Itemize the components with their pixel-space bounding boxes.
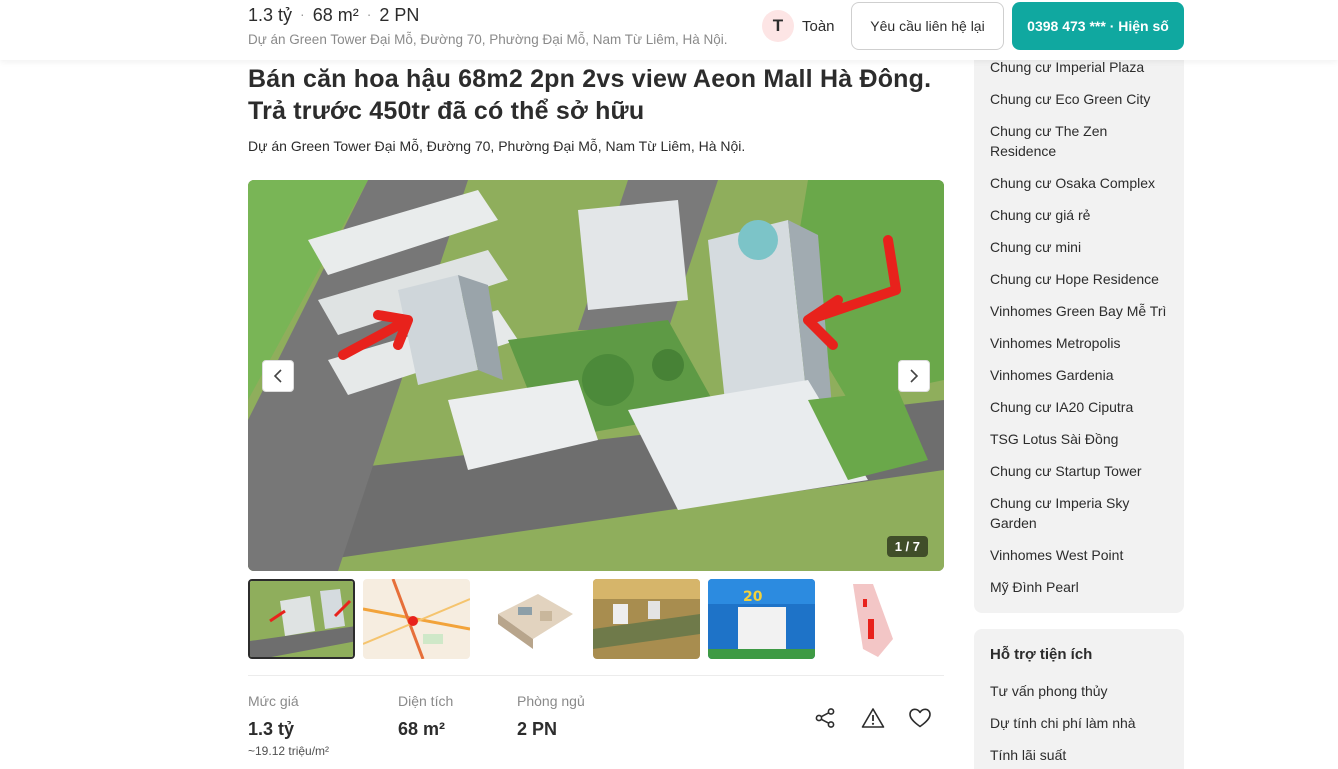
stat-price: Mức giá 1.3 tỷ ~19.12 triệu/m² — [248, 693, 329, 758]
header-price: 1.3 tỷ — [248, 5, 293, 25]
sidebar-link[interactable]: Vinhomes Green Bay Mễ Trì — [990, 301, 1170, 321]
page-title: Bán căn hoa hậu 68m2 2pn 2vs view Aeon M… — [248, 65, 932, 125]
sidebar-link[interactable]: Chung cư Hope Residence — [990, 269, 1170, 289]
sidebar-link[interactable]: Chung cư Imperial Plaza — [990, 57, 1170, 77]
thumbnail-promo-banner[interactable]: 20 — [708, 579, 815, 659]
sidebar-link[interactable]: Chung cư Eco Green City — [990, 89, 1170, 109]
avatar[interactable]: T — [762, 10, 794, 42]
sidebar-utility-link[interactable]: Dự tính chi phí làm nhà — [990, 713, 1170, 733]
sidebar-link[interactable]: Vinhomes Metropolis — [990, 333, 1170, 353]
stat-bedrooms-value: 2 PN — [517, 719, 558, 739]
stat-bedrooms-label: Phòng ngủ — [517, 693, 585, 709]
stat-area-value: 68 m² — [398, 719, 446, 739]
save-button[interactable] — [907, 705, 933, 731]
thumbnail-aerial-render[interactable] — [248, 579, 355, 659]
request-callback-button[interactable]: Yêu cầu liên hệ lại — [851, 2, 1004, 50]
sidebar-utilities-title: Hỗ trợ tiện ích — [990, 646, 1093, 663]
sticky-header: 1.3 tỷ · 68 m² · 2 PN Dự án Green Tower Đại … — [0, 0, 1338, 60]
sidebar-link[interactable]: Chung cư giá rẻ — [990, 205, 1170, 225]
stat-area-label: Diện tích — [398, 693, 454, 709]
header-summary: 1.3 tỷ · 68 m² · 2 PN — [248, 5, 420, 25]
thumbnail-location-map[interactable] — [363, 579, 470, 659]
sidebar-link[interactable]: Chung cư Startup Tower — [990, 461, 1170, 481]
sidebar-link[interactable]: Mỹ Đình Pearl — [990, 577, 1170, 597]
stat-bedrooms: Phòng ngủ 2 PN — [517, 693, 585, 740]
header-address: Dự án Green Tower Đại Mỗ, Đường 70, Phườ… — [248, 32, 728, 47]
thumbnail-site-plan[interactable] — [823, 579, 930, 659]
stat-price-per-m2: ~19.12 triệu/m² — [248, 744, 330, 758]
header-bedrooms: 2 PN — [379, 5, 420, 25]
gallery-next-button[interactable] — [898, 360, 930, 392]
report-button[interactable] — [860, 705, 886, 731]
agent-name[interactable]: Toàn — [802, 18, 835, 35]
warning-icon — [861, 708, 885, 728]
sidebar-link[interactable]: Chung cư IA20 Ciputra — [990, 397, 1170, 417]
chevron-left-icon — [273, 369, 282, 383]
image-gallery[interactable]: 1 / 7 — [248, 180, 944, 571]
header-area: 68 m² — [312, 5, 359, 25]
sidebar-utility-link[interactable]: Tính lãi suất — [990, 745, 1170, 765]
sidebar-link[interactable]: Chung cư Imperia Sky Garden — [990, 493, 1170, 533]
heart-icon — [909, 708, 931, 728]
listing-page: 1.3 tỷ · 68 m² · 2 PN Dự án Green Tower Đại … — [0, 0, 1338, 769]
sidebar-projects-card: Chung cư Imperial Plaza Chung cư Eco Gre… — [974, 40, 1184, 613]
image-counter: 1 / 7 — [886, 536, 928, 557]
thumbnail-strip: 20 — [248, 579, 944, 659]
sidebar-link[interactable]: Chung cư Osaka Complex — [990, 173, 1170, 193]
gallery-prev-button[interactable] — [262, 360, 294, 392]
sidebar-link[interactable]: Chung cư The Zen Residence — [990, 121, 1170, 161]
divider — [248, 675, 944, 676]
agent-info[interactable]: T Toàn — [762, 10, 835, 42]
stat-price-value: 1.3 tỷ — [248, 719, 295, 739]
sidebar-link[interactable]: TSG Lotus Sài Đồng — [990, 429, 1170, 449]
thumbnail-area-overview[interactable] — [593, 579, 700, 659]
stat-price-label: Mức giá — [248, 693, 299, 709]
thumbnail-floor-plan[interactable] — [478, 579, 585, 659]
sidebar-link[interactable]: Chung cư mini — [990, 237, 1170, 257]
main-photo — [248, 180, 944, 571]
sidebar-link[interactable]: Vinhomes West Point — [990, 545, 1170, 565]
chevron-right-icon — [910, 369, 919, 383]
sidebar-link[interactable]: Vinhomes Gardenia — [990, 365, 1170, 385]
sidebar-utilities-card: Hỗ trợ tiện ích Tư vấn phong thủy Dự tín… — [974, 629, 1184, 769]
share-button[interactable] — [812, 705, 838, 731]
share-icon — [815, 708, 835, 728]
svg-text:20: 20 — [743, 589, 763, 605]
listing-address: Dự án Green Tower Đại Mỗ, Đường 70, Phườ… — [248, 138, 746, 154]
show-phone-button[interactable]: 0398 473 *** · Hiện số — [1012, 2, 1184, 50]
stat-area: Diện tích 68 m² — [398, 693, 453, 740]
sidebar-utility-link[interactable]: Tư vấn phong thủy — [990, 681, 1170, 701]
